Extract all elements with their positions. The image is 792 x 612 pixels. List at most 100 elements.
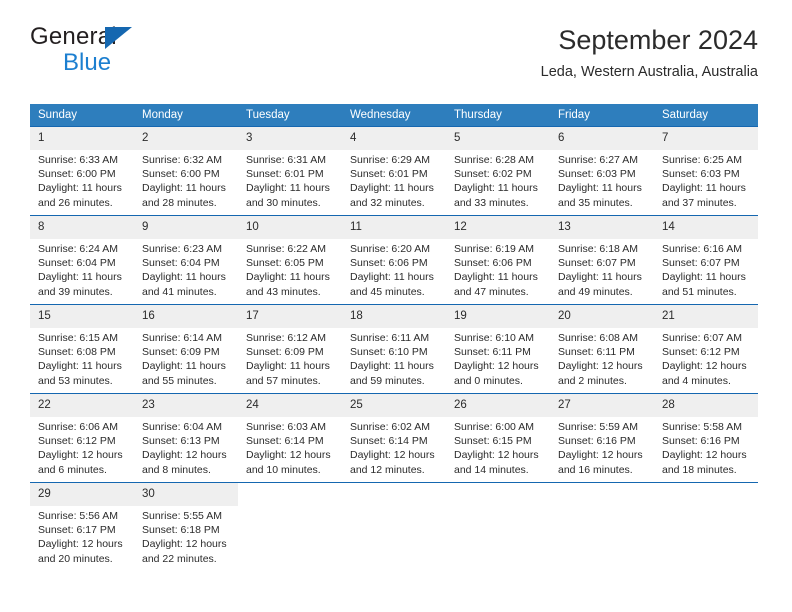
day-number: 3 — [238, 127, 342, 150]
daylight-2-text: and 59 minutes. — [350, 374, 425, 387]
day-details: Sunrise: 6:12 AM Sunset: 6:09 PM Daylight:… — [238, 328, 342, 388]
weekday-header-saturday: Saturday — [654, 104, 758, 127]
calendar-day-cell[interactable]: 25 Sunrise: 6:02 AM Sunset: 6:14 PM Dayligh… — [342, 393, 446, 483]
calendar-day-cell[interactable]: 16 Sunrise: 6:14 AM Sunset: 6:09 PM Dayligh… — [134, 304, 238, 394]
calendar-day-cell[interactable]: 30 Sunrise: 5:55 AM Sunset: 6:18 PM Dayligh… — [134, 482, 238, 572]
calendar-day-cell[interactable]: 12 Sunrise: 6:19 AM Sunset: 6:06 PM Dayligh… — [446, 215, 550, 305]
sunrise-text: Sunrise: 6:33 AM — [38, 154, 118, 166]
daylight-1-text: Daylight: 12 hours — [662, 360, 747, 373]
daylight-2-text: and 18 minutes. — [662, 463, 737, 476]
weekday-header-sunday: Sunday — [30, 104, 134, 127]
calendar-page: General Blue September 2024 Leda, Wester… — [0, 0, 792, 612]
sunrise-text: Sunrise: 6:08 AM — [558, 332, 638, 344]
calendar-day-cell[interactable]: 5 Sunrise: 6:28 AM Sunset: 6:02 PM Daylight… — [446, 126, 550, 216]
calendar-day-cell[interactable]: 10 Sunrise: 6:22 AM Sunset: 6:05 PM Dayligh… — [238, 215, 342, 305]
calendar-day-cell[interactable]: 4 Sunrise: 6:29 AM Sunset: 6:01 PM Daylight… — [342, 126, 446, 216]
calendar-table: Sunday Monday Tuesday Wednesday Thursday… — [30, 104, 758, 572]
sunset-text: Sunset: 6:05 PM — [246, 257, 324, 270]
sunrise-text: Sunrise: 6:23 AM — [142, 243, 222, 255]
calendar-day-cell[interactable]: 3 Sunrise: 6:31 AM Sunset: 6:01 PM Daylight… — [238, 126, 342, 216]
day-details: Sunrise: 5:59 AM Sunset: 6:16 PM Daylight:… — [550, 417, 654, 477]
weekday-header-friday: Friday — [550, 104, 654, 127]
calendar-day-cell[interactable]: 19 Sunrise: 6:10 AM Sunset: 6:11 PM Dayligh… — [446, 304, 550, 394]
daylight-2-text: and 4 minutes. — [662, 374, 731, 387]
daylight-2-text: and 10 minutes. — [246, 463, 321, 476]
calendar-day-cell[interactable]: 20 Sunrise: 6:08 AM Sunset: 6:11 PM Dayligh… — [550, 304, 654, 394]
calendar-day-cell[interactable]: 1 Sunrise: 6:33 AM Sunset: 6:00 PM Daylight… — [30, 126, 134, 216]
sunset-text: Sunset: 6:00 PM — [38, 168, 116, 181]
daylight-2-text: and 32 minutes. — [350, 196, 425, 209]
calendar-day-cell[interactable]: 23 Sunrise: 6:04 AM Sunset: 6:13 PM Dayligh… — [134, 393, 238, 483]
calendar-day-cell[interactable]: 9 Sunrise: 6:23 AM Sunset: 6:04 PM Daylight… — [134, 215, 238, 305]
daylight-1-text: Daylight: 11 hours — [350, 182, 434, 195]
daylight-1-text: Daylight: 11 hours — [38, 360, 122, 373]
daylight-2-text: and 41 minutes. — [142, 285, 217, 298]
daylight-2-text: and 8 minutes. — [142, 463, 211, 476]
sunset-text: Sunset: 6:14 PM — [246, 435, 324, 448]
day-number: 13 — [550, 216, 654, 239]
calendar-day-cell[interactable]: 29 Sunrise: 5:56 AM Sunset: 6:17 PM Dayligh… — [30, 482, 134, 572]
weekday-header-row: Sunday Monday Tuesday Wednesday Thursday… — [30, 104, 758, 127]
sunrise-text: Sunrise: 6:11 AM — [350, 332, 430, 344]
daylight-1-text: Daylight: 11 hours — [350, 271, 434, 284]
sunset-text: Sunset: 6:02 PM — [454, 168, 532, 181]
daylight-2-text: and 57 minutes. — [246, 374, 321, 387]
calendar-day-cell[interactable]: 14 Sunrise: 6:16 AM Sunset: 6:07 PM Dayligh… — [654, 215, 758, 305]
day-number: 12 — [446, 216, 550, 239]
weekday-header-wednesday: Wednesday — [342, 104, 446, 127]
sunrise-text: Sunrise: 6:31 AM — [246, 154, 326, 166]
day-details: Sunrise: 6:32 AM Sunset: 6:00 PM Daylight:… — [134, 150, 238, 210]
daylight-2-text: and 45 minutes. — [350, 285, 425, 298]
day-details: Sunrise: 6:10 AM Sunset: 6:11 PM Daylight:… — [446, 328, 550, 388]
daylight-2-text: and 51 minutes. — [662, 285, 737, 298]
calendar-day-cell[interactable]: 22 Sunrise: 6:06 AM Sunset: 6:12 PM Dayligh… — [30, 393, 134, 483]
calendar-day-cell[interactable]: 2 Sunrise: 6:32 AM Sunset: 6:00 PM Daylight… — [134, 126, 238, 216]
sunset-text: Sunset: 6:11 PM — [454, 346, 531, 359]
day-details: Sunrise: 6:06 AM Sunset: 6:12 PM Daylight:… — [30, 417, 134, 477]
daylight-1-text: Daylight: 11 hours — [142, 182, 226, 195]
day-details: Sunrise: 6:19 AM Sunset: 6:06 PM Daylight:… — [446, 239, 550, 299]
sunrise-text: Sunrise: 6:15 AM — [38, 332, 118, 344]
sunset-text: Sunset: 6:11 PM — [558, 346, 635, 359]
sunrise-text: Sunrise: 6:12 AM — [246, 332, 326, 344]
calendar-day-cell[interactable]: 13 Sunrise: 6:18 AM Sunset: 6:07 PM Dayligh… — [550, 215, 654, 305]
calendar-day-cell-empty — [342, 482, 446, 572]
daylight-2-text: and 16 minutes. — [558, 463, 633, 476]
calendar-day-cell[interactable]: 6 Sunrise: 6:27 AM Sunset: 6:03 PM Daylight… — [550, 126, 654, 216]
calendar-day-cell[interactable]: 15 Sunrise: 6:15 AM Sunset: 6:08 PM Dayligh… — [30, 304, 134, 394]
calendar-day-cell[interactable]: 27 Sunrise: 5:59 AM Sunset: 6:16 PM Dayligh… — [550, 393, 654, 483]
calendar-day-cell[interactable]: 18 Sunrise: 6:11 AM Sunset: 6:10 PM Dayligh… — [342, 304, 446, 394]
sunrise-text: Sunrise: 5:55 AM — [142, 510, 222, 522]
sunrise-text: Sunrise: 6:25 AM — [662, 154, 742, 166]
calendar-day-cell[interactable]: 8 Sunrise: 6:24 AM Sunset: 6:04 PM Daylight… — [30, 215, 134, 305]
calendar-day-cell[interactable]: 7 Sunrise: 6:25 AM Sunset: 6:03 PM Daylight… — [654, 126, 758, 216]
day-details: Sunrise: 6:20 AM Sunset: 6:06 PM Daylight:… — [342, 239, 446, 299]
calendar-day-cell[interactable]: 24 Sunrise: 6:03 AM Sunset: 6:14 PM Dayligh… — [238, 393, 342, 483]
sunset-text: Sunset: 6:07 PM — [662, 257, 740, 270]
calendar-day-cell[interactable]: 11 Sunrise: 6:20 AM Sunset: 6:06 PM Dayligh… — [342, 215, 446, 305]
sunset-text: Sunset: 6:00 PM — [142, 168, 220, 181]
calendar-week-row: 8 Sunrise: 6:24 AM Sunset: 6:04 PM Daylight… — [30, 215, 758, 305]
calendar-body: 1 Sunrise: 6:33 AM Sunset: 6:00 PM Daylight… — [30, 126, 758, 572]
daylight-2-text: and 35 minutes. — [558, 196, 633, 209]
day-number: 6 — [550, 127, 654, 150]
calendar-day-cell[interactable]: 26 Sunrise: 6:00 AM Sunset: 6:15 PM Dayligh… — [446, 393, 550, 483]
daylight-1-text: Daylight: 11 hours — [662, 182, 746, 195]
calendar-week-row: 22 Sunrise: 6:06 AM Sunset: 6:12 PM Dayligh… — [30, 393, 758, 483]
day-number: 16 — [134, 305, 238, 328]
daylight-2-text: and 30 minutes. — [246, 196, 321, 209]
daylight-1-text: Daylight: 12 hours — [38, 449, 123, 462]
sunrise-text: Sunrise: 6:22 AM — [246, 243, 326, 255]
calendar-day-cell[interactable]: 17 Sunrise: 6:12 AM Sunset: 6:09 PM Dayligh… — [238, 304, 342, 394]
day-details: Sunrise: 6:03 AM Sunset: 6:14 PM Daylight:… — [238, 417, 342, 477]
daylight-2-text: and 0 minutes. — [454, 374, 523, 387]
day-number: 7 — [654, 127, 758, 150]
daylight-1-text: Daylight: 11 hours — [662, 271, 746, 284]
daylight-1-text: Daylight: 11 hours — [246, 360, 330, 373]
daylight-1-text: Daylight: 11 hours — [142, 360, 226, 373]
day-number: 18 — [342, 305, 446, 328]
calendar-day-cell[interactable]: 28 Sunrise: 5:58 AM Sunset: 6:16 PM Dayligh… — [654, 393, 758, 483]
sunset-text: Sunset: 6:01 PM — [350, 168, 428, 181]
day-details: Sunrise: 6:33 AM Sunset: 6:00 PM Daylight:… — [30, 150, 134, 210]
calendar-day-cell[interactable]: 21 Sunrise: 6:07 AM Sunset: 6:12 PM Dayligh… — [654, 304, 758, 394]
